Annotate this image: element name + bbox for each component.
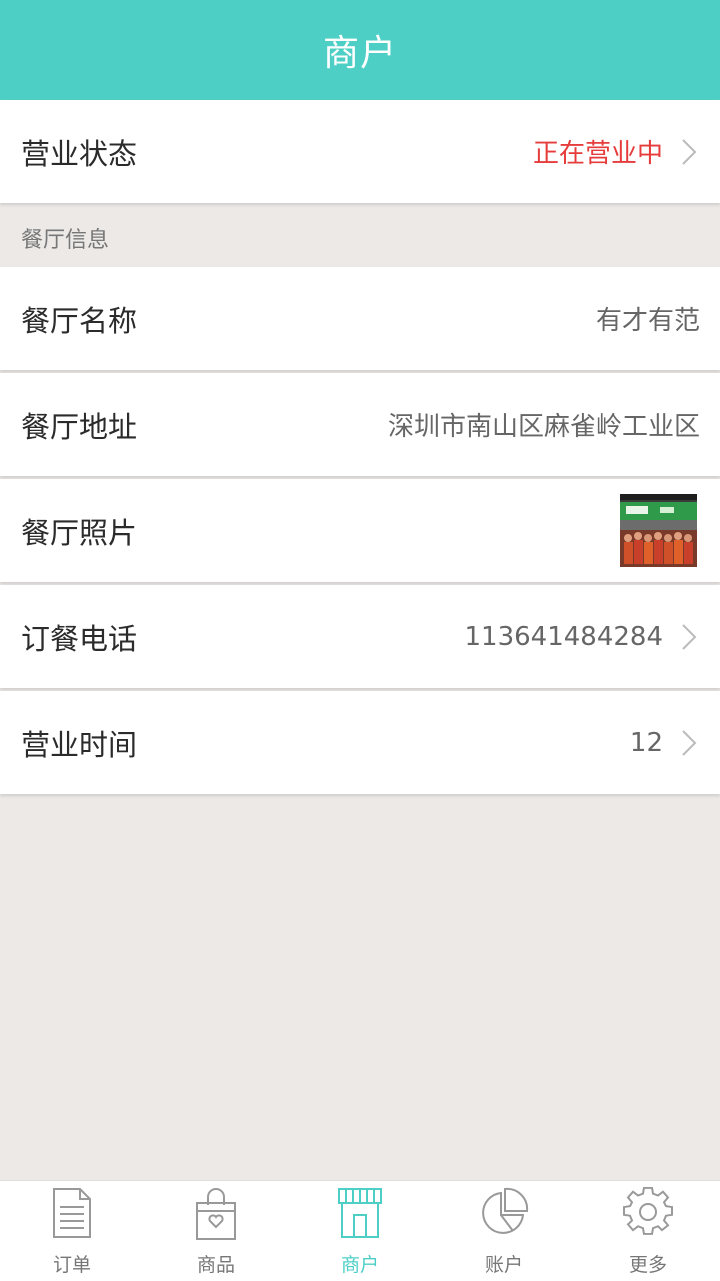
tab-merchant[interactable]: 商户 bbox=[288, 1181, 432, 1281]
restaurant-name-row[interactable]: 餐厅名称 有才有范 bbox=[0, 267, 720, 370]
document-icon bbox=[53, 1188, 91, 1238]
business-hours-label: 营业时间 bbox=[21, 727, 138, 762]
bottom-tab-bar: 订单 商品 商户 账户 更多 bbox=[0, 1180, 720, 1281]
pie-chart-icon bbox=[482, 1187, 529, 1234]
storefront-icon bbox=[338, 1188, 382, 1238]
tab-account[interactable]: 账户 bbox=[432, 1181, 576, 1281]
section-header-restaurant-info: 餐厅信息 bbox=[21, 228, 110, 253]
tab-label: 账户 bbox=[484, 1254, 523, 1276]
restaurant-address-label: 餐厅地址 bbox=[21, 409, 138, 444]
chevron-right-icon bbox=[682, 138, 697, 165]
business-status-label: 营业状态 bbox=[21, 136, 138, 171]
page-title: 商户 bbox=[322, 33, 397, 74]
shopping-bag-icon bbox=[196, 1188, 236, 1240]
business-hours-value: 12 bbox=[629, 727, 663, 758]
restaurant-photo-label: 餐厅照片 bbox=[21, 515, 138, 550]
restaurant-name-label: 餐厅名称 bbox=[21, 303, 138, 338]
order-phone-value: 113641484284 bbox=[464, 621, 663, 652]
tab-orders[interactable]: 订单 bbox=[0, 1181, 144, 1281]
order-phone-row[interactable]: 订餐电话 113641484284 bbox=[0, 585, 720, 688]
order-phone-label: 订餐电话 bbox=[21, 621, 138, 656]
business-status-row[interactable]: 营业状态 正在营业中 bbox=[0, 100, 720, 203]
tab-more[interactable]: 更多 bbox=[576, 1181, 720, 1281]
gear-icon bbox=[623, 1187, 673, 1235]
business-status-value: 正在营业中 bbox=[532, 139, 663, 169]
restaurant-photo-row[interactable]: 餐厅照片 bbox=[0, 479, 720, 582]
chevron-right-icon bbox=[682, 729, 697, 756]
restaurant-address-row[interactable]: 餐厅地址 深圳市南山区麻雀岭工业区 bbox=[0, 373, 720, 476]
tab-label: 订单 bbox=[52, 1254, 91, 1276]
tab-label: 商品 bbox=[196, 1254, 235, 1276]
restaurant-name-value: 有才有范 bbox=[595, 306, 700, 336]
restaurant-photo-thumbnail[interactable] bbox=[620, 494, 697, 567]
restaurant-address-value: 深圳市南山区麻雀岭工业区 bbox=[387, 412, 700, 442]
tab-products[interactable]: 商品 bbox=[144, 1181, 288, 1281]
tab-label: 商户 bbox=[340, 1254, 379, 1276]
tab-label: 更多 bbox=[628, 1254, 667, 1276]
header-bar: 商户 bbox=[0, 0, 720, 100]
business-hours-row[interactable]: 营业时间 12 bbox=[0, 691, 720, 794]
chevron-right-icon bbox=[682, 623, 697, 650]
